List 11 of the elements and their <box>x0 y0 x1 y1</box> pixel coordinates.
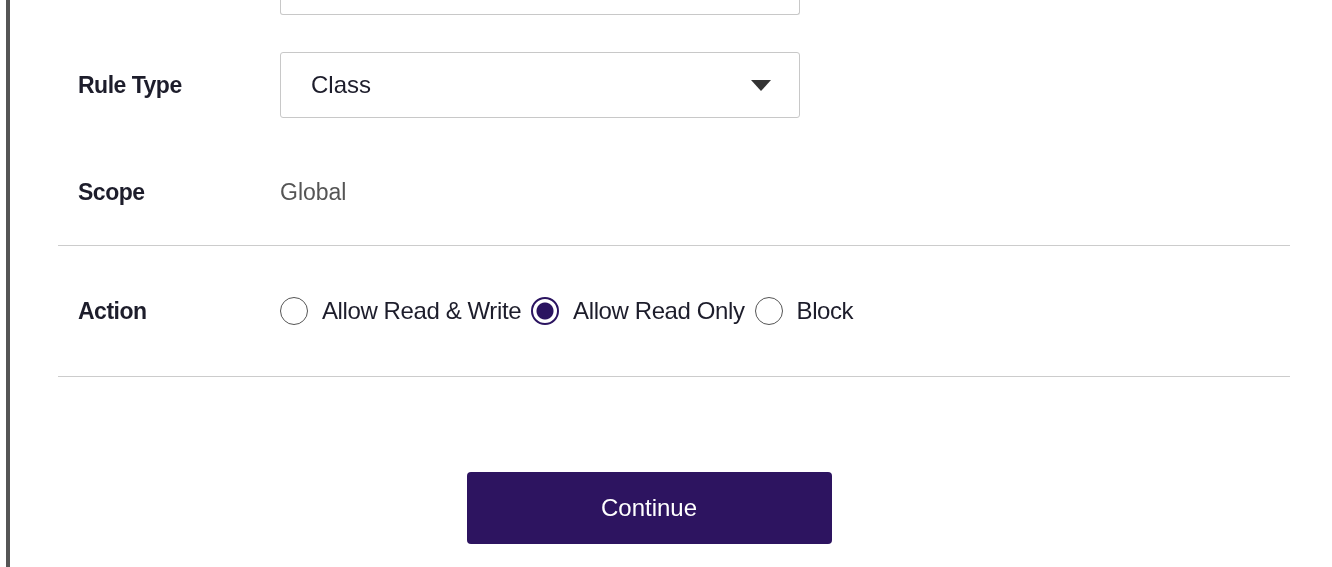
action-label: Action <box>78 297 148 325</box>
rule-type-label: Rule Type <box>78 71 183 99</box>
rule-type-dropdown[interactable]: Class <box>280 52 800 118</box>
scope-value: Global <box>280 178 347 206</box>
radio-option[interactable]: Allow Read Only <box>531 297 745 325</box>
input-field[interactable] <box>280 0 800 15</box>
caret-icon <box>751 79 771 91</box>
scope-label: Scope <box>78 178 146 206</box>
continue-button[interactable]: Continue <box>466 472 832 544</box>
radio-option[interactable]: Block <box>754 297 854 325</box>
radio-option[interactable]: Allow Read & Write <box>280 297 522 325</box>
